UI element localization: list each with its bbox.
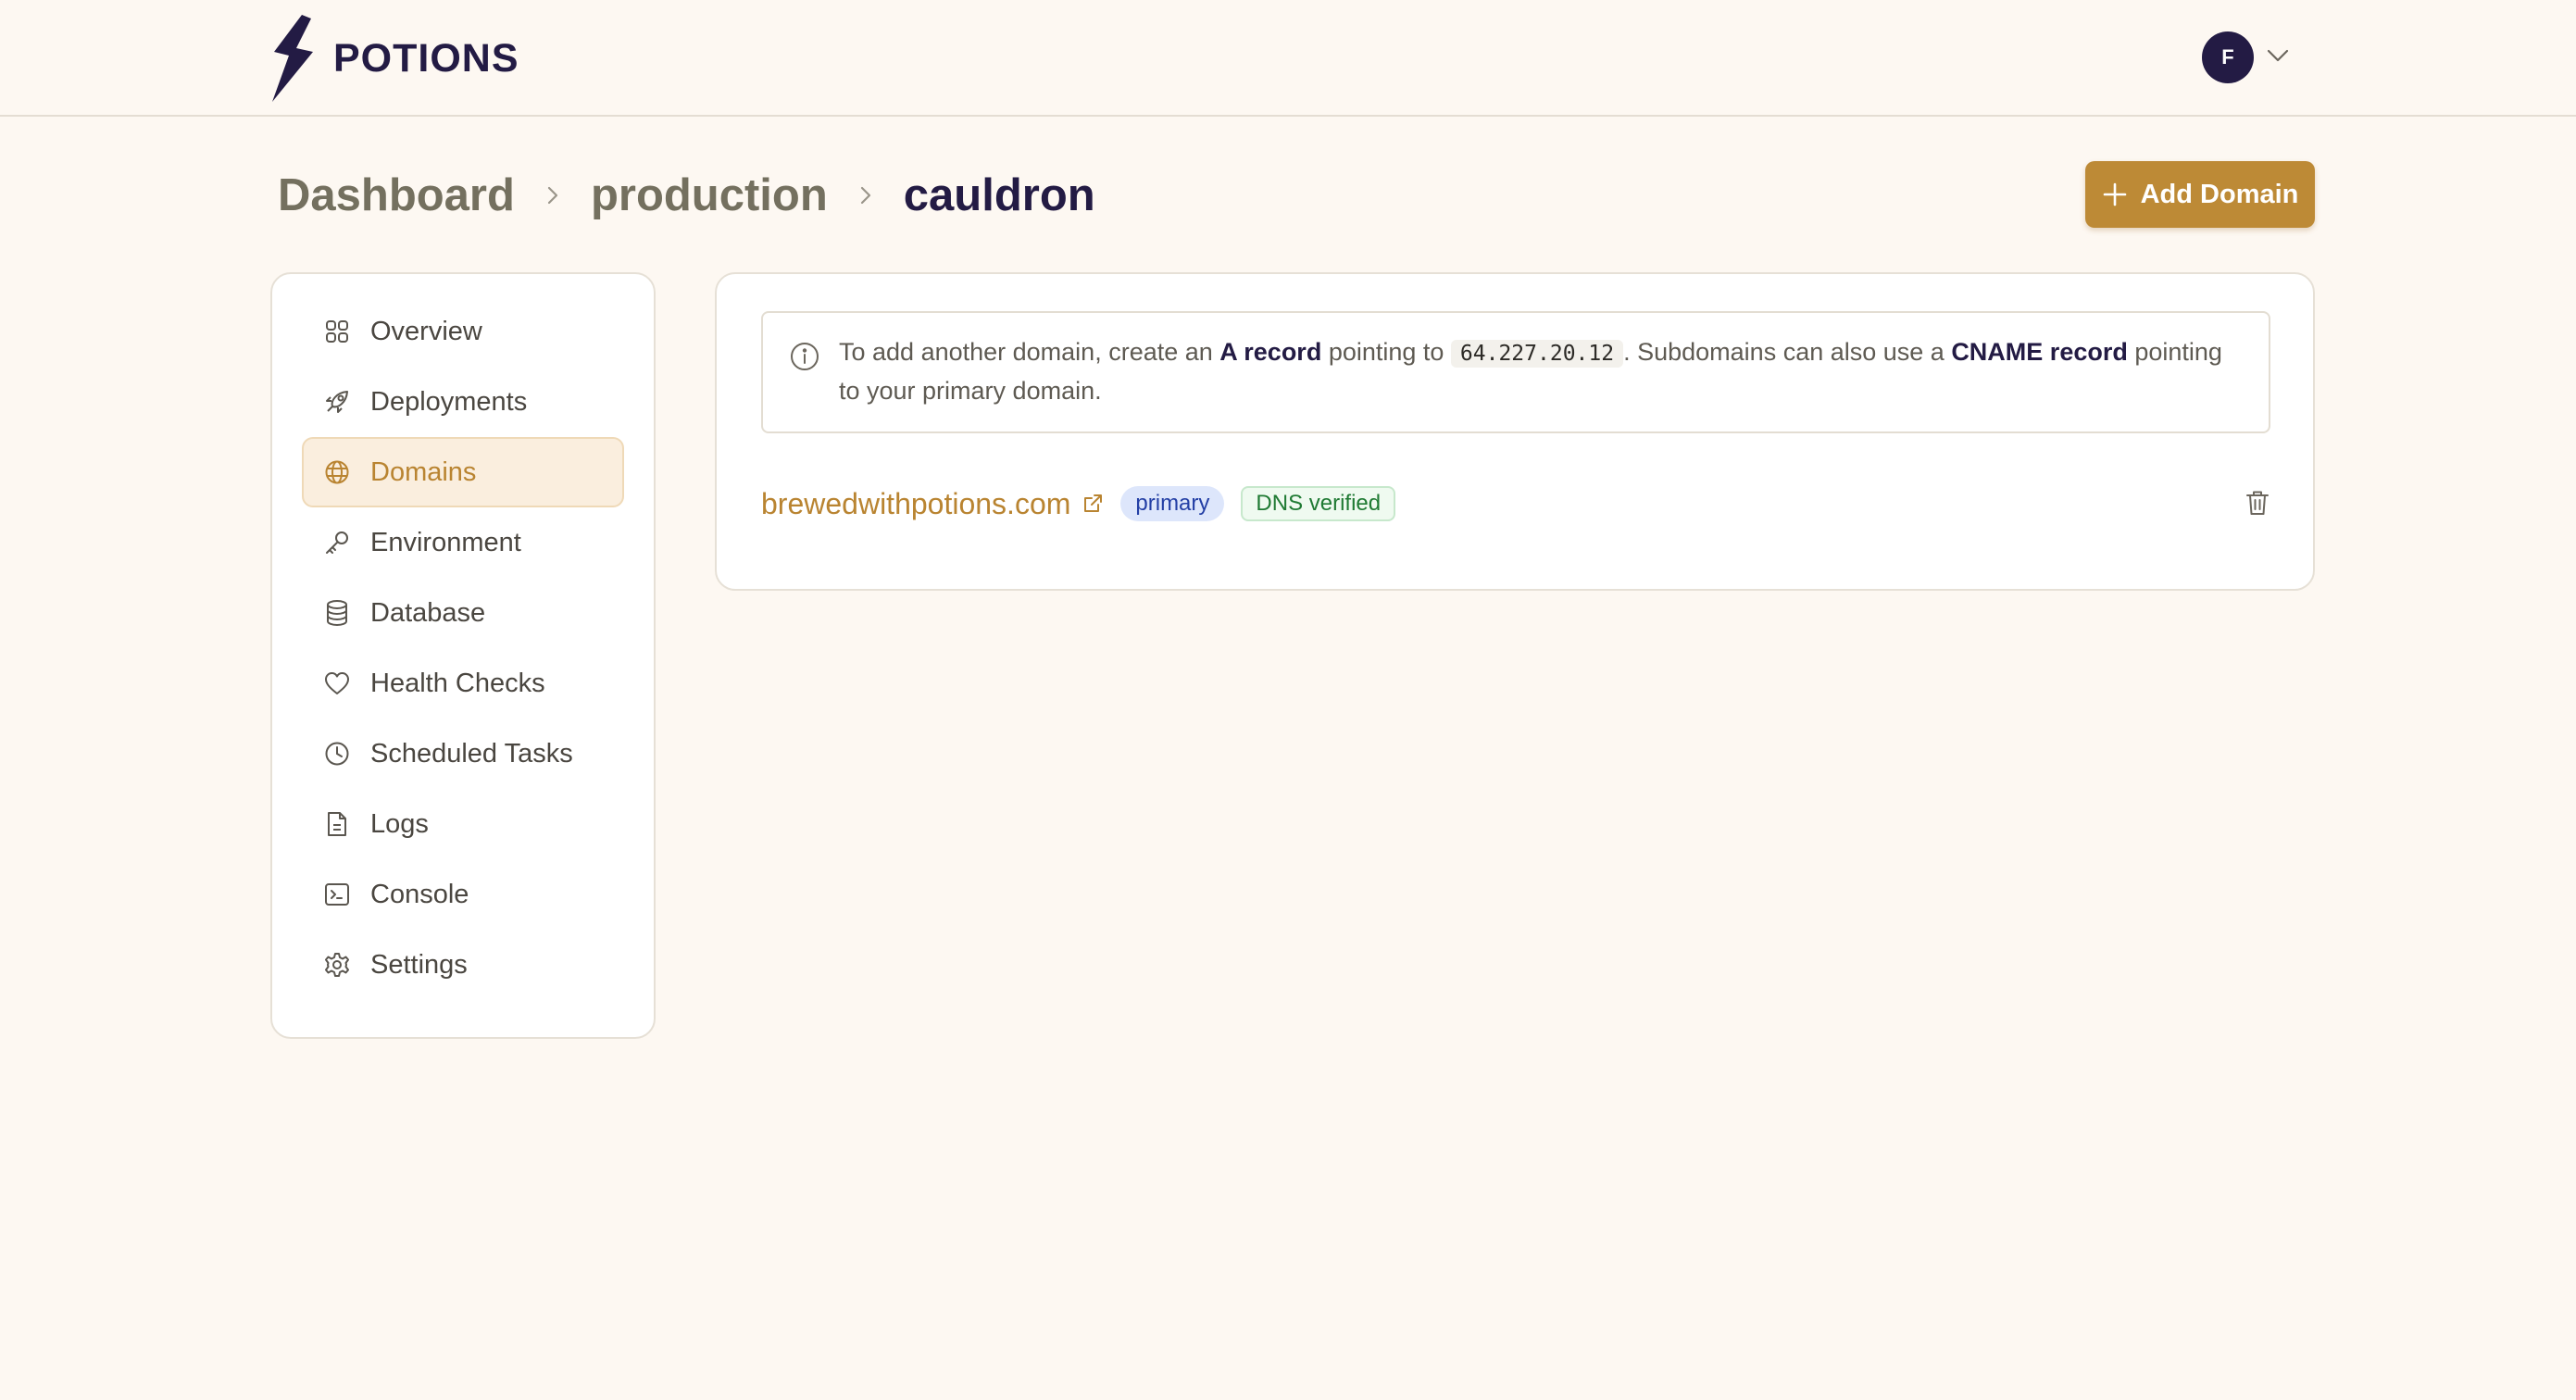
- info-callout: To add another domain, create an A recor…: [761, 311, 2270, 433]
- terminal-icon: [322, 880, 352, 909]
- app-name: POTIONS: [333, 35, 519, 81]
- top-bar: POTIONS F: [0, 0, 2576, 117]
- sidebar-item-overview[interactable]: Overview: [302, 296, 624, 367]
- plus-icon: [2102, 181, 2128, 207]
- chevron-down-icon[interactable]: [2267, 49, 2289, 67]
- info-icon: [789, 341, 820, 377]
- sidebar-item-label: Database: [370, 597, 486, 628]
- chevron-right-icon: [859, 185, 872, 206]
- user-menu[interactable]: F: [2202, 31, 2289, 83]
- sidebar-item-scheduled-tasks[interactable]: Scheduled Tasks: [302, 719, 624, 789]
- sidebar-item-logs[interactable]: Logs: [302, 789, 624, 859]
- ip-address: 64.227.20.12: [1450, 340, 1624, 368]
- sidebar-item-health-checks[interactable]: Health Checks: [302, 648, 624, 719]
- file-icon: [322, 809, 352, 839]
- info-text: To add another domain, create an A recor…: [839, 333, 2246, 409]
- info-text-part: . Subdomains can also use a: [1623, 338, 1952, 366]
- clock-icon: [322, 739, 352, 769]
- sidebar-item-label: Console: [370, 879, 469, 909]
- external-link-icon[interactable]: [1082, 493, 1104, 515]
- heart-icon: [322, 669, 352, 698]
- key-icon: [322, 528, 352, 557]
- globe-icon: [322, 457, 352, 487]
- sidebar-item-label: Environment: [370, 527, 521, 557]
- sidebar-item-label: Health Checks: [370, 668, 545, 698]
- avatar[interactable]: F: [2202, 31, 2254, 83]
- sidebar-item-label: Logs: [370, 808, 429, 839]
- trash-icon[interactable]: [2245, 489, 2270, 521]
- breadcrumb-dashboard[interactable]: Dashboard: [278, 169, 515, 221]
- logo[interactable]: POTIONS: [270, 15, 519, 102]
- sidebar-item-settings[interactable]: Settings: [302, 930, 624, 1000]
- primary-badge: primary: [1120, 486, 1225, 521]
- chevron-right-icon: [546, 185, 559, 206]
- sidebar-item-label: Domains: [370, 456, 477, 487]
- info-text-part: pointing to: [1321, 338, 1451, 366]
- add-domain-label: Add Domain: [2140, 179, 2299, 209]
- sidebar-item-label: Scheduled Tasks: [370, 738, 573, 769]
- sidebar-item-label: Overview: [370, 316, 482, 346]
- a-record-highlight: A record: [1219, 338, 1322, 366]
- breadcrumb: Dashboard production cauldron: [278, 165, 1095, 226]
- status-badge: DNS verified: [1241, 486, 1396, 521]
- breadcrumb-cauldron: cauldron: [903, 170, 1095, 220]
- sidebar-item-label: Deployments: [370, 386, 528, 417]
- breadcrumb-production[interactable]: production: [591, 169, 828, 221]
- rocket-icon: [322, 387, 352, 417]
- lightning-bolt-icon: [272, 15, 313, 102]
- cname-record-highlight: CNAME record: [1951, 338, 2128, 366]
- sidebar-item-environment[interactable]: Environment: [302, 507, 624, 578]
- grid-icon: [322, 317, 352, 346]
- domain-row: brewedwithpotions.com primary DNS verifi…: [761, 485, 2270, 522]
- sidebar-item-deployments[interactable]: Deployments: [302, 367, 624, 437]
- info-text-part: To add another domain, create an: [839, 338, 1220, 366]
- add-domain-button[interactable]: Add Domain: [2085, 161, 2315, 228]
- sidebar-item-database[interactable]: Database: [302, 578, 624, 648]
- sidebar-item-console[interactable]: Console: [302, 859, 624, 930]
- sidebar-item-label: Settings: [370, 949, 468, 980]
- sidebar: Overview Deployments Domains Environment…: [270, 272, 656, 1039]
- domains-panel: To add another domain, create an A recor…: [715, 272, 2315, 591]
- gear-icon: [322, 950, 352, 980]
- database-icon: [322, 598, 352, 628]
- sidebar-item-domains[interactable]: Domains: [302, 437, 624, 507]
- domain-link[interactable]: brewedwithpotions.com: [761, 487, 1070, 521]
